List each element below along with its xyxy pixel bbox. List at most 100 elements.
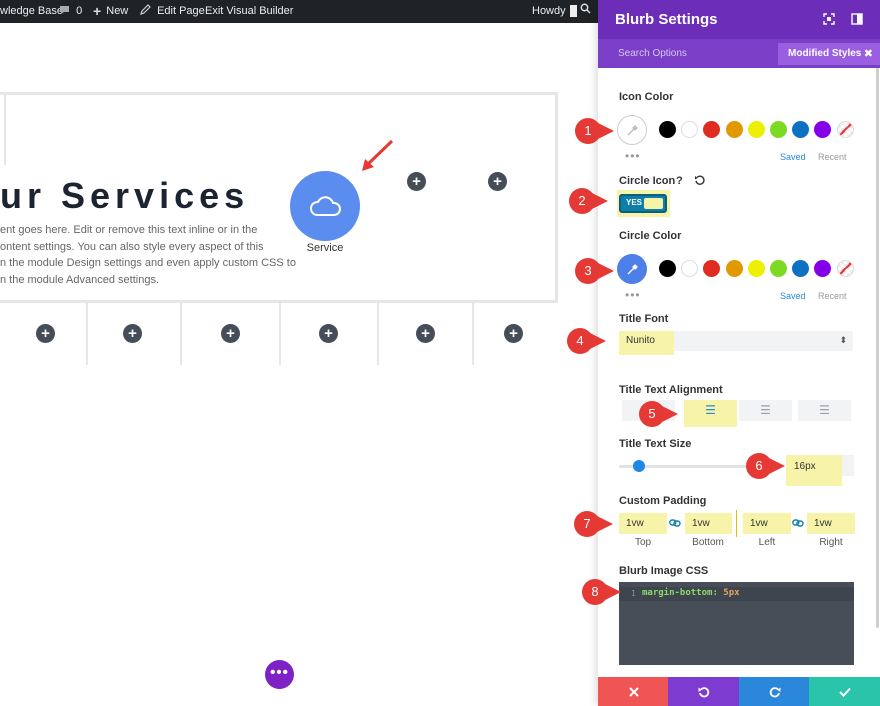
color-swatch[interactable]	[659, 121, 676, 138]
link-icon[interactable]	[669, 517, 681, 529]
blurb-image-css-label: Blurb Image CSS	[619, 565, 709, 577]
save-button[interactable]	[809, 677, 880, 706]
align-right-button[interactable]: ☰	[739, 400, 792, 421]
column-divider	[86, 303, 88, 365]
color-swatch[interactable]	[770, 121, 787, 138]
title-font-label: Title Font	[619, 313, 669, 325]
color-swatch[interactable]	[681, 260, 699, 277]
color-swatch[interactable]	[681, 121, 699, 138]
admin-bar-site-link[interactable]: wledge Base	[0, 0, 63, 23]
add-module-button[interactable]: +	[123, 324, 142, 343]
add-module-button[interactable]: +	[36, 324, 55, 343]
padding-bottom-input[interactable]: 1vw	[685, 513, 732, 534]
title-size-slider-handle[interactable]	[633, 460, 646, 472]
admin-bar-comments[interactable]: 0	[59, 0, 82, 23]
color-swatch[interactable]	[814, 121, 832, 138]
add-module-button[interactable]: +	[319, 324, 338, 343]
column-divider	[377, 303, 379, 365]
icon-color-picker[interactable]	[617, 115, 647, 145]
saved-colors-tab[interactable]: Saved	[780, 291, 806, 301]
undo-button[interactable]	[668, 677, 739, 706]
blurb-settings-panel: Blurb Settings Search Options Modified S…	[598, 0, 880, 706]
color-swatch[interactable]	[703, 121, 721, 138]
callout-marker: 4	[566, 327, 606, 355]
page-settings-menu-button[interactable]: •••	[265, 660, 294, 689]
add-module-button[interactable]: +	[407, 172, 426, 191]
add-module-button[interactable]: +	[488, 172, 507, 191]
color-swatch[interactable]	[792, 121, 810, 138]
redo-button[interactable]	[739, 677, 810, 706]
chevron-updown-icon: ⬍	[839, 335, 847, 345]
recent-colors-tab[interactable]: Recent	[818, 291, 847, 301]
clear-color-swatch[interactable]	[836, 260, 854, 277]
redo-icon	[769, 686, 780, 697]
padding-left-label: Left	[758, 537, 776, 548]
callout-number: 3	[584, 263, 592, 278]
callout-number: 5	[648, 406, 656, 421]
fullscreen-icon[interactable]	[823, 13, 835, 25]
add-module-button[interactable]: +	[504, 324, 523, 343]
color-swatch[interactable]	[747, 260, 765, 277]
color-swatch[interactable]	[770, 260, 787, 277]
help-icon[interactable]: ?	[676, 175, 683, 187]
column-divider	[472, 303, 474, 365]
eyedropper-icon	[627, 124, 638, 135]
recent-colors-tab[interactable]: Recent	[818, 152, 847, 162]
reset-icon[interactable]	[694, 175, 705, 186]
circle-color-picker[interactable]	[617, 254, 647, 284]
admin-bar-search-icon[interactable]	[580, 0, 591, 23]
align-justify-button[interactable]: ☰	[798, 400, 851, 421]
circle-icon-toggle[interactable]: YES	[619, 194, 667, 213]
clear-color-swatch[interactable]	[836, 121, 854, 138]
blurb-title[interactable]: Service	[290, 242, 360, 254]
modified-styles-filter[interactable]: Modified Styles ✖	[778, 43, 880, 65]
color-swatch[interactable]	[792, 260, 810, 277]
howdy-label: Howdy	[532, 5, 566, 17]
title-alignment-label: Title Text Alignment	[619, 384, 723, 396]
color-swatch[interactable]	[747, 121, 765, 138]
admin-bar-edit-page[interactable]: Edit Page	[140, 0, 205, 23]
title-text-size-label: Title Text Size	[619, 438, 692, 450]
padding-right-input[interactable]: 1vw	[807, 513, 855, 534]
edit-page-label: Edit Page	[157, 5, 205, 18]
color-swatch[interactable]	[703, 260, 721, 277]
callout-number: 4	[576, 333, 584, 348]
callout-number: 2	[578, 193, 586, 208]
admin-bar-exit-visual-builder[interactable]: Exit Visual Builder	[205, 0, 293, 23]
title-font-select[interactable]: Nunito ⬍	[619, 331, 853, 355]
comment-icon	[59, 0, 70, 23]
add-module-button[interactable]: +	[221, 324, 240, 343]
red-arrow-annotation	[362, 139, 394, 171]
padding-left-input[interactable]: 1vw	[743, 513, 791, 534]
page-heading[interactable]: ur Services	[0, 175, 249, 217]
toggle-knob	[644, 198, 663, 209]
blurb-icon-circle[interactable]	[290, 171, 360, 241]
align-center-button[interactable]: ☰	[684, 400, 737, 427]
body-line: ent goes here. Edit or remove this text …	[0, 224, 258, 236]
more-colors-icon[interactable]: •••	[625, 149, 641, 163]
padding-right-label: Right	[819, 537, 843, 548]
color-swatch[interactable]	[725, 260, 743, 277]
padding-top-input[interactable]: 1vw	[619, 513, 667, 534]
discard-button[interactable]	[598, 677, 669, 706]
color-swatch[interactable]	[659, 260, 676, 277]
admin-bar-howdy[interactable]: Howdy	[532, 0, 577, 23]
css-declaration: margin-bottom: 5px	[642, 588, 740, 598]
body-text[interactable]: ent goes here. Edit or remove this text …	[0, 222, 296, 288]
padding-bottom-label: Bottom	[692, 537, 724, 548]
more-colors-icon[interactable]: •••	[625, 288, 641, 302]
close-icon[interactable]: ✖	[864, 43, 873, 65]
admin-bar-new[interactable]: + New	[93, 0, 128, 23]
css-property: margin-bottom:	[642, 588, 718, 598]
link-icon[interactable]	[792, 517, 804, 529]
color-swatch[interactable]	[725, 121, 743, 138]
add-module-button[interactable]: +	[416, 324, 435, 343]
color-swatch[interactable]	[814, 260, 832, 277]
css-code-editor[interactable]: 1 margin-bottom: 5px	[619, 582, 854, 665]
sidebar-toggle-icon[interactable]	[851, 13, 863, 25]
padding-top-label: Top	[634, 537, 652, 548]
panel-footer	[598, 677, 880, 706]
search-options[interactable]: Search Options	[618, 48, 687, 59]
panel-scrollbar[interactable]	[876, 68, 879, 628]
saved-colors-tab[interactable]: Saved	[780, 152, 806, 162]
